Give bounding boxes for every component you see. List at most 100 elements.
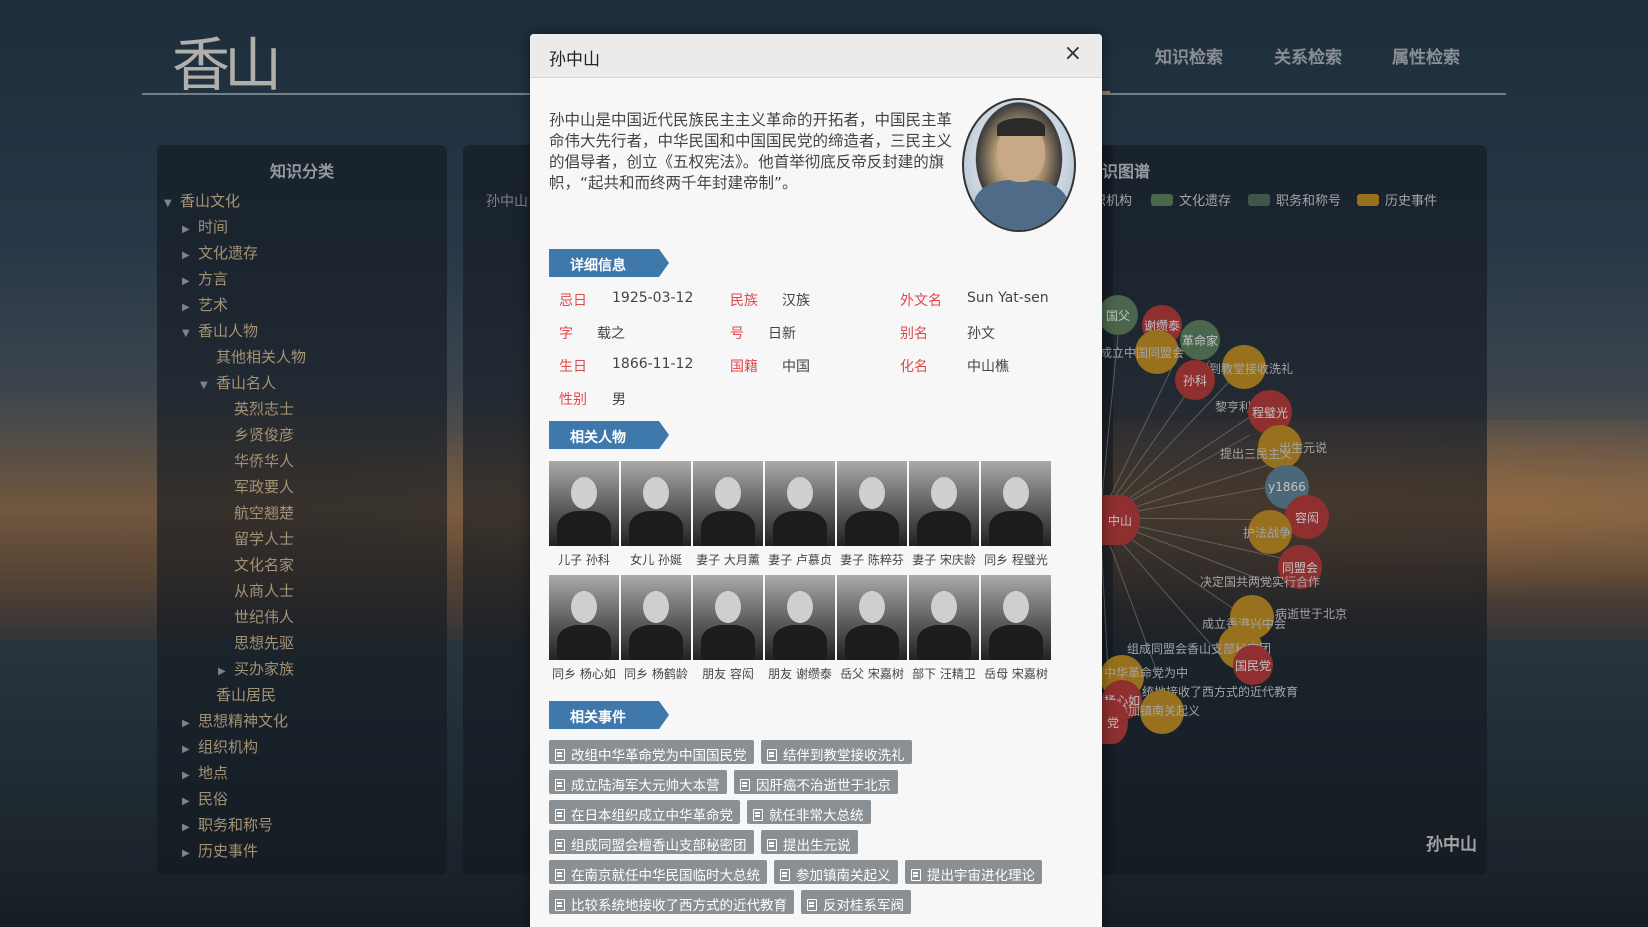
detail-label: 生日: [559, 359, 587, 375]
related-event-tag[interactable]: 成立陆海军大元帅大本营: [549, 770, 727, 794]
detail-label: 民族: [730, 293, 758, 309]
detail-value: 男: [612, 392, 626, 408]
detail-label: 字: [559, 326, 573, 342]
person-caption: 妻子 卢慕贞: [768, 553, 832, 567]
detail-value: 1925-03-12: [612, 290, 694, 306]
detail-value: 日新: [768, 326, 796, 342]
related-event-tag[interactable]: 结伴到教堂接收洗礼: [761, 740, 912, 764]
related-event-tag[interactable]: 提出生元说: [761, 830, 858, 854]
person-photo[interactable]: [621, 575, 691, 660]
event-label: 在南京就任中华民国临时大总统: [571, 868, 760, 884]
person-caption: 部下 汪精卫: [912, 667, 976, 681]
event-label: 成立陆海军大元帅大本营: [571, 778, 720, 794]
related-event-tag[interactable]: 因肝癌不治逝世于北京: [734, 770, 898, 794]
document-icon: [911, 869, 921, 881]
document-icon: [555, 869, 565, 881]
event-label: 改组中华革命党为中国国民党: [571, 748, 747, 764]
person-photo[interactable]: [909, 575, 979, 660]
related-event-tag[interactable]: 参加镇南关起义: [774, 860, 898, 884]
related-person-card[interactable]: 部下 汪精卫: [909, 575, 979, 682]
related-event-tag[interactable]: 就任非常大总统: [747, 800, 871, 824]
detail-value: 中山樵: [967, 359, 1009, 375]
detail-label: 外文名: [900, 293, 942, 309]
person-photo[interactable]: [549, 575, 619, 660]
event-label: 结伴到教堂接收洗礼: [783, 748, 905, 764]
document-icon: [555, 749, 565, 761]
section-events-tag: 相关事件: [549, 701, 669, 729]
person-photo[interactable]: [837, 461, 907, 546]
detail-value: 中国: [782, 359, 810, 375]
document-icon: [767, 839, 777, 851]
related-event-tag[interactable]: 提出宇宙进化理论: [905, 860, 1042, 884]
related-person-card[interactable]: 妻子 卢慕贞: [765, 461, 835, 568]
event-label: 参加镇南关起义: [796, 868, 891, 884]
close-icon[interactable]: ×: [1064, 43, 1082, 65]
person-photo[interactable]: [693, 461, 763, 546]
person-caption: 同乡 杨心如: [552, 667, 616, 681]
person-caption: 同乡 程璧光: [984, 553, 1048, 567]
detail-value: Sun Yat-sen: [967, 290, 1049, 306]
related-event-tag[interactable]: 比较系统地接收了西方式的近代教育: [549, 890, 794, 914]
detail-label: 国籍: [730, 359, 758, 375]
detail-label: 化名: [900, 359, 928, 375]
event-label: 组成同盟会檀香山支部秘密团: [571, 838, 747, 854]
person-photo[interactable]: [765, 575, 835, 660]
person-photo[interactable]: [765, 461, 835, 546]
event-label: 反对桂系军阀: [823, 898, 904, 914]
event-label: 就任非常大总统: [769, 808, 864, 824]
related-person-card[interactable]: 女儿 孙娫: [621, 461, 691, 568]
related-person-card[interactable]: 同乡 杨心如: [549, 575, 619, 682]
event-label: 提出宇宙进化理论: [927, 868, 1035, 884]
detail-value: 汉族: [782, 293, 810, 309]
related-event-tag[interactable]: 在日本组织成立中华革命党: [549, 800, 740, 824]
detail-value: 载之: [597, 326, 625, 342]
person-photo[interactable]: [621, 461, 691, 546]
related-event-tag[interactable]: 组成同盟会檀香山支部秘密团: [549, 830, 754, 854]
modal-title: 孙中山: [549, 50, 600, 70]
document-icon: [753, 809, 763, 821]
document-icon: [780, 869, 790, 881]
person-caption: 妻子 陈粹芬: [840, 553, 904, 567]
document-icon: [555, 899, 565, 911]
related-person-card[interactable]: 儿子 孙科: [549, 461, 619, 568]
person-caption: 岳父 宋嘉树: [840, 667, 904, 681]
person-intro: 孙中山是中国近代民族民主主义革命的开拓者，中国民主革命伟大先行者，中华民国和中国…: [549, 111, 953, 192]
detail-label: 别名: [900, 326, 928, 342]
person-photo[interactable]: [981, 461, 1051, 546]
related-person-card[interactable]: 妻子 宋庆龄: [909, 461, 979, 568]
related-person-card[interactable]: 岳母 宋嘉树: [981, 575, 1051, 682]
detail-label: 号: [730, 326, 744, 342]
event-label: 比较系统地接收了西方式的近代教育: [571, 898, 787, 914]
related-person-card[interactable]: 妻子 陈粹芬: [837, 461, 907, 568]
person-caption: 同乡 杨鹤龄: [624, 667, 688, 681]
related-event-tag[interactable]: 改组中华革命党为中国国民党: [549, 740, 754, 764]
modal-header: 孙中山 ×: [530, 34, 1102, 78]
person-photo[interactable]: [981, 575, 1051, 660]
detail-value: 孙文: [967, 326, 995, 342]
person-caption: 妻子 大月薰: [696, 553, 760, 567]
document-icon: [740, 779, 750, 791]
related-person-card[interactable]: 朋友 谢缵泰: [765, 575, 835, 682]
related-person-card[interactable]: 岳父 宋嘉树: [837, 575, 907, 682]
document-icon: [807, 899, 817, 911]
person-caption: 儿子 孙科: [558, 553, 610, 567]
person-detail-modal: 孙中山 × 孙中山是中国近代民族民主主义革命的开拓者，中国民主革命伟大先行者，中…: [530, 34, 1102, 927]
related-person-card[interactable]: 同乡 杨鹤龄: [621, 575, 691, 682]
person-photo[interactable]: [549, 461, 619, 546]
person-portrait: [962, 98, 1076, 232]
person-photo[interactable]: [909, 461, 979, 546]
related-event-tag[interactable]: 反对桂系军阀: [801, 890, 911, 914]
person-photo[interactable]: [837, 575, 907, 660]
detail-label: 忌日: [559, 293, 587, 309]
related-person-card[interactable]: 同乡 程璧光: [981, 461, 1051, 568]
section-details-tag: 详细信息: [549, 249, 669, 277]
related-event-tag[interactable]: 在南京就任中华民国临时大总统: [549, 860, 767, 884]
document-icon: [767, 749, 777, 761]
event-label: 提出生元说: [783, 838, 851, 854]
related-person-card[interactable]: 妻子 大月薰: [693, 461, 763, 568]
person-photo[interactable]: [693, 575, 763, 660]
document-icon: [555, 839, 565, 851]
detail-label: 性别: [559, 392, 587, 408]
person-caption: 岳母 宋嘉树: [984, 667, 1048, 681]
related-person-card[interactable]: 朋友 容闳: [693, 575, 763, 682]
